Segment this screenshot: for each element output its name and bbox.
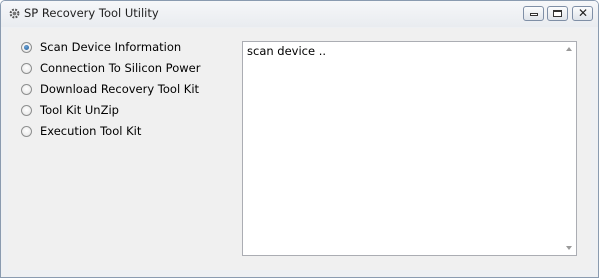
scroll-up-arrow-icon[interactable] <box>566 47 572 51</box>
radio-button[interactable] <box>21 83 32 95</box>
option-tool-kit-unzip[interactable]: Tool Kit UnZip <box>21 101 119 119</box>
gear-icon <box>9 8 20 19</box>
log-text: scan device .. <box>247 44 327 58</box>
scroll-down-arrow-icon[interactable] <box>566 246 572 250</box>
minimize-icon <box>530 13 538 16</box>
option-scan-device-information[interactable]: Scan Device Information <box>21 38 181 56</box>
option-label: Scan Device Information <box>40 40 182 54</box>
close-icon: ✕ <box>577 6 589 20</box>
radio-button[interactable] <box>21 104 32 116</box>
maximize-icon <box>553 10 562 17</box>
option-label: Connection To Silicon Power <box>40 61 201 75</box>
maximize-button[interactable] <box>547 6 568 21</box>
vertical-scrollbar[interactable] <box>563 42 576 255</box>
radio-button[interactable] <box>21 125 32 137</box>
option-connection-to-silicon-power[interactable]: Connection To Silicon Power <box>21 59 200 77</box>
option-download-recovery-tool-kit[interactable]: Download Recovery Tool Kit <box>21 80 199 98</box>
radio-button[interactable] <box>21 41 32 53</box>
window-title: SP Recovery Tool Utility <box>24 6 159 20</box>
title-bar[interactable]: SP Recovery Tool Utility ✕ <box>1 1 598 27</box>
option-label: Execution Tool Kit <box>40 124 142 138</box>
client-area: Scan Device Information Connection To Si… <box>8 28 591 270</box>
minimize-button[interactable] <box>523 6 544 21</box>
option-execution-tool-kit[interactable]: Execution Tool Kit <box>21 122 141 140</box>
option-label: Tool Kit UnZip <box>40 103 119 117</box>
log-output-textbox[interactable]: scan device .. <box>242 41 577 256</box>
radio-button[interactable] <box>21 62 32 74</box>
close-button[interactable]: ✕ <box>572 6 593 21</box>
option-label: Download Recovery Tool Kit <box>40 82 200 96</box>
app-window: SP Recovery Tool Utility ✕ Scan Device I… <box>0 0 599 278</box>
